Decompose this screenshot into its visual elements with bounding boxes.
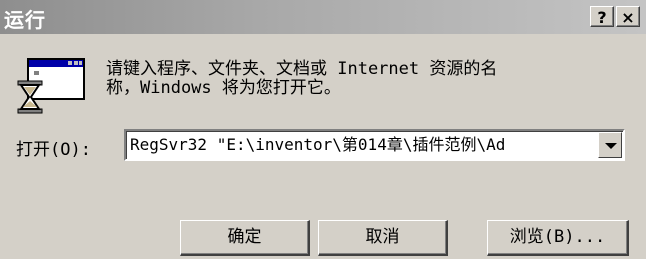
open-label: 打开(O): [16,140,91,160]
window-title: 运行 [4,8,46,32]
run-hourglass-icon [16,57,86,115]
close-button[interactable]: × [616,6,640,27]
description-text: 请键入程序、文件夹、文档或 Internet 资源的名 称，Windows 将为… [106,60,497,98]
chevron-down-icon[interactable] [598,132,622,158]
help-button[interactable]: ? [590,6,614,27]
command-combobox[interactable]: RegSvr32 "E:\inventor\第014章\插件范例\Ad [124,129,625,161]
description-line-2: 称，Windows 将为您打开它。 [106,78,341,98]
command-input[interactable]: RegSvr32 "E:\inventor\第014章\插件范例\Ad [130,133,595,157]
cancel-button[interactable]: 取消 [318,220,448,256]
browse-button[interactable]: 浏览(B)... [487,220,629,256]
description-line-1: 请键入程序、文件夹、文档或 Internet 资源的名 [106,59,498,79]
title-bar: 运行 ? × [0,0,646,34]
ok-button[interactable]: 确定 [180,220,310,256]
